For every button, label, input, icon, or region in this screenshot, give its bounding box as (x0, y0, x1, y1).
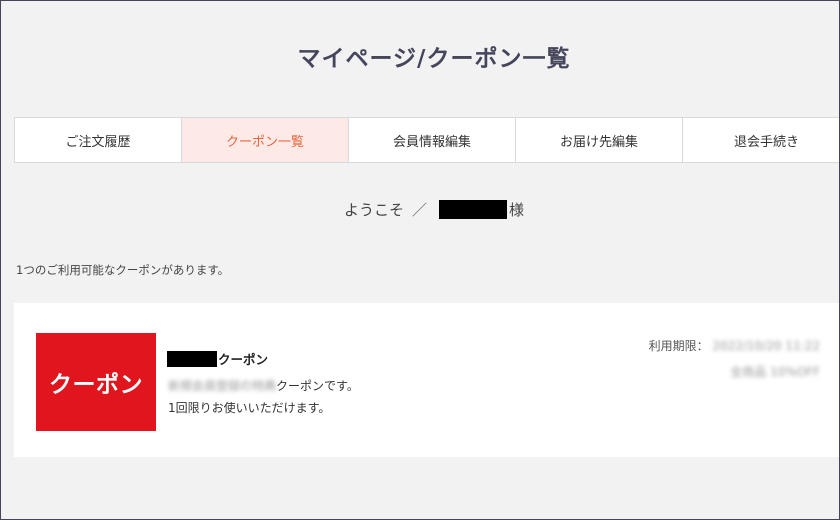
coupon-description-text: クーポンです。 (276, 379, 359, 393)
coupon-name: クーポン (167, 349, 268, 368)
coupon-logo: クーポン (36, 333, 156, 431)
page-frame: マイページ/クーポン一覧 ご注文履歴 クーポン一覧 会員情報編集 お届け先編集 … (0, 0, 840, 520)
page-title: マイページ/クーポン一覧 (297, 46, 571, 72)
expiry-date: 2022/10/20 11:22 (712, 339, 820, 353)
welcome-separator: ／ (411, 201, 427, 219)
coupon-description: 新規会員登録の特典 クーポンです。 (168, 377, 359, 394)
coupon-discount: 全商品 10%OFF (730, 365, 820, 379)
expiry-label: 利用期限： (648, 339, 709, 353)
welcome-message: ようこそ ／ 様 (1, 199, 839, 220)
coupon-name-suffix: クーポン (218, 352, 269, 367)
tab-coupon-list[interactable]: クーポン一覧 (182, 118, 349, 162)
coupon-description-blurred: 新規会員登録の特典 (168, 379, 277, 393)
welcome-prefix: ようこそ (343, 201, 404, 219)
tab-delivery-address-edit[interactable]: お届け先編集 (516, 118, 683, 162)
redacted-coupon-name (167, 350, 217, 367)
mypage-tab-bar: ご注文履歴 クーポン一覧 会員情報編集 お届け先編集 退会手続き (14, 117, 839, 163)
coupon-usage-note: 1回限りお使いいただけます。 (168, 401, 331, 415)
tab-withdrawal[interactable]: 退会手続き (683, 118, 839, 162)
tab-order-history[interactable]: ご注文履歴 (15, 118, 182, 162)
tab-member-info-edit[interactable]: 会員情報編集 (349, 118, 516, 162)
coupon-card: クーポン クーポン 新規会員登録の特典 クーポンです。 1回限りお使いいただけま… (14, 303, 839, 457)
redacted-user-name (439, 200, 507, 219)
available-coupons-count: 1つのご利用可能なクーポンがあります。 (16, 263, 230, 277)
coupon-expiry: 利用期限： 2022/10/20 11:22 全商品 10%OFF (649, 337, 820, 380)
welcome-suffix: 様 (509, 201, 525, 219)
